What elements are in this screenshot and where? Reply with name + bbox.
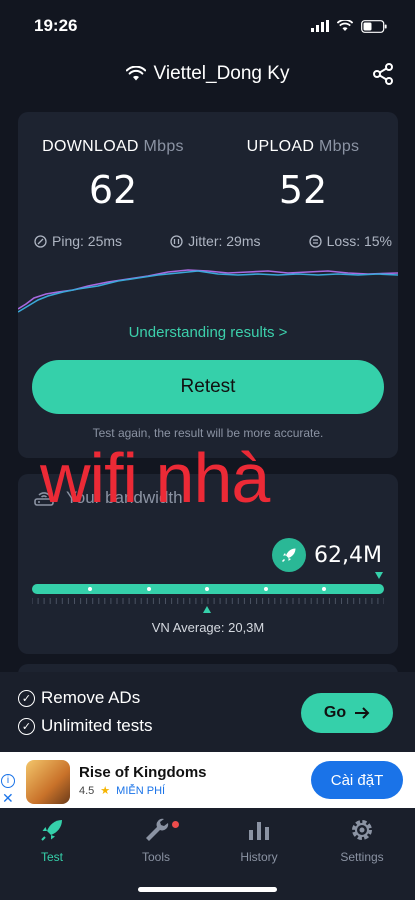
download-label-row: DOWNLOAD Mbps — [28, 138, 198, 156]
status-bar: 19:26 — [0, 0, 415, 52]
tab-settings[interactable]: Settings — [322, 816, 402, 864]
arrow-right-icon — [355, 707, 370, 719]
wifi-icon — [125, 66, 146, 81]
network-name: Viettel_Dong Ky — [153, 63, 290, 84]
upload-metric: UPLOAD Mbps 52 — [218, 138, 388, 212]
track-dot — [147, 587, 151, 591]
notification-dot — [172, 821, 179, 828]
ad-meta: 4.5 ★ MIỄN PHÍ — [79, 784, 166, 798]
jitter-stat: Jitter: 29ms — [170, 233, 261, 249]
track-dot — [205, 587, 209, 591]
tab-test[interactable]: Test — [12, 816, 92, 864]
bandwidth-value: 62,4M — [314, 542, 382, 568]
go-button[interactable]: Go — [301, 693, 393, 733]
cellular-signal-icon — [311, 20, 329, 32]
header: Viettel_Dong Ky — [0, 56, 415, 92]
vn-average-marker — [203, 606, 211, 613]
tab-bar: Test Tools History Settings — [0, 808, 415, 900]
upload-label: UPLOAD — [246, 138, 315, 155]
track-dot — [88, 587, 92, 591]
promo-item-label: Remove ADs — [41, 688, 141, 707]
go-label: Go — [323, 704, 347, 721]
jitter-text: Jitter: 29ms — [188, 233, 261, 249]
ping-text: Ping: 25ms — [52, 233, 123, 249]
download-label: DOWNLOAD — [42, 138, 139, 155]
bandwidth-track — [32, 584, 384, 594]
bar-chart-icon — [249, 822, 269, 840]
upload-value: 52 — [278, 168, 328, 212]
track-dot — [322, 587, 326, 591]
download-value: 62 — [88, 168, 138, 212]
loss-stat: Loss: 15% — [308, 233, 392, 249]
check-circle-icon: ✓ — [18, 717, 35, 735]
vn-average-text: VN Average: 20,3M — [151, 620, 265, 635]
jitter-icon — [170, 234, 183, 248]
speed-graph — [18, 269, 398, 313]
premium-promo-bar: ✓ Remove ADs ✓ Unlimited tests Go — [0, 672, 415, 752]
network-title: Viettel_Dong Ky — [125, 63, 290, 85]
tab-tools[interactable]: Tools — [116, 816, 196, 864]
download-unit: Mbps — [143, 138, 184, 155]
bandwidth-user-marker — [375, 572, 383, 579]
bandwidth-value-wrap: 62,4M — [272, 538, 382, 572]
promo-item-remove-ads: ✓ Remove ADs — [18, 688, 140, 708]
ad-close-icon[interactable]: ✕ — [2, 790, 14, 807]
ad-info-icon[interactable]: i — [1, 774, 15, 788]
upload-unit: Mbps — [319, 138, 360, 155]
upload-label-row: UPLOAD Mbps — [218, 138, 388, 156]
ad-app-image — [26, 760, 70, 804]
wifi-status-icon — [337, 20, 353, 31]
ad-price: MIỄN PHÍ — [116, 784, 166, 797]
tab-label: History — [240, 850, 278, 864]
retest-button[interactable]: Retest — [32, 360, 384, 414]
install-button[interactable]: Cài đặT — [311, 761, 403, 799]
result-card: DOWNLOAD Mbps 62 UPLOAD Mbps 52 Ping: 25… — [18, 112, 398, 458]
ad-rating: 4.5 — [79, 784, 95, 797]
ad-banner[interactable]: i ✕ Rise of Kingdoms 4.5 ★ MIỄN PHÍ Cài … — [0, 752, 415, 808]
battery-icon — [361, 19, 387, 33]
ping-stat: Ping: 25ms — [34, 233, 122, 249]
ad-title: Rise of Kingdoms — [79, 764, 207, 781]
rocket-badge — [272, 538, 307, 572]
rocket-icon — [41, 820, 62, 841]
wrench-icon — [146, 818, 169, 841]
home-indicator — [138, 887, 277, 892]
understanding-results-link[interactable]: Understanding results > — [18, 324, 398, 341]
loss-text: Loss: 15% — [326, 233, 392, 249]
download-line — [18, 270, 398, 313]
gear-icon — [352, 820, 372, 840]
tab-history[interactable]: History — [219, 816, 299, 864]
ping-icon — [34, 234, 47, 248]
stats-row: Ping: 25ms Jitter: 29ms Loss: 15% — [34, 233, 392, 249]
tab-label: Tools — [141, 850, 170, 864]
track-dot — [264, 587, 268, 591]
tab-label: Settings — [340, 850, 384, 864]
status-time: 19:26 — [34, 16, 78, 35]
download-metric: DOWNLOAD Mbps 62 — [28, 138, 198, 212]
star-icon: ★ — [100, 785, 111, 797]
rocket-icon — [282, 548, 296, 563]
check-circle-icon: ✓ — [18, 689, 35, 707]
promo-item-unlimited-tests: ✓ Unlimited tests — [18, 716, 152, 736]
promo-item-label: Unlimited tests — [41, 716, 153, 735]
bandwidth-ticks — [32, 598, 384, 604]
status-icons — [311, 19, 387, 33]
share-icon[interactable] — [371, 62, 395, 86]
tab-label: Test — [40, 850, 63, 864]
overlay-annotation-text: wifi nhà — [40, 439, 270, 517]
loss-icon — [308, 234, 322, 248]
